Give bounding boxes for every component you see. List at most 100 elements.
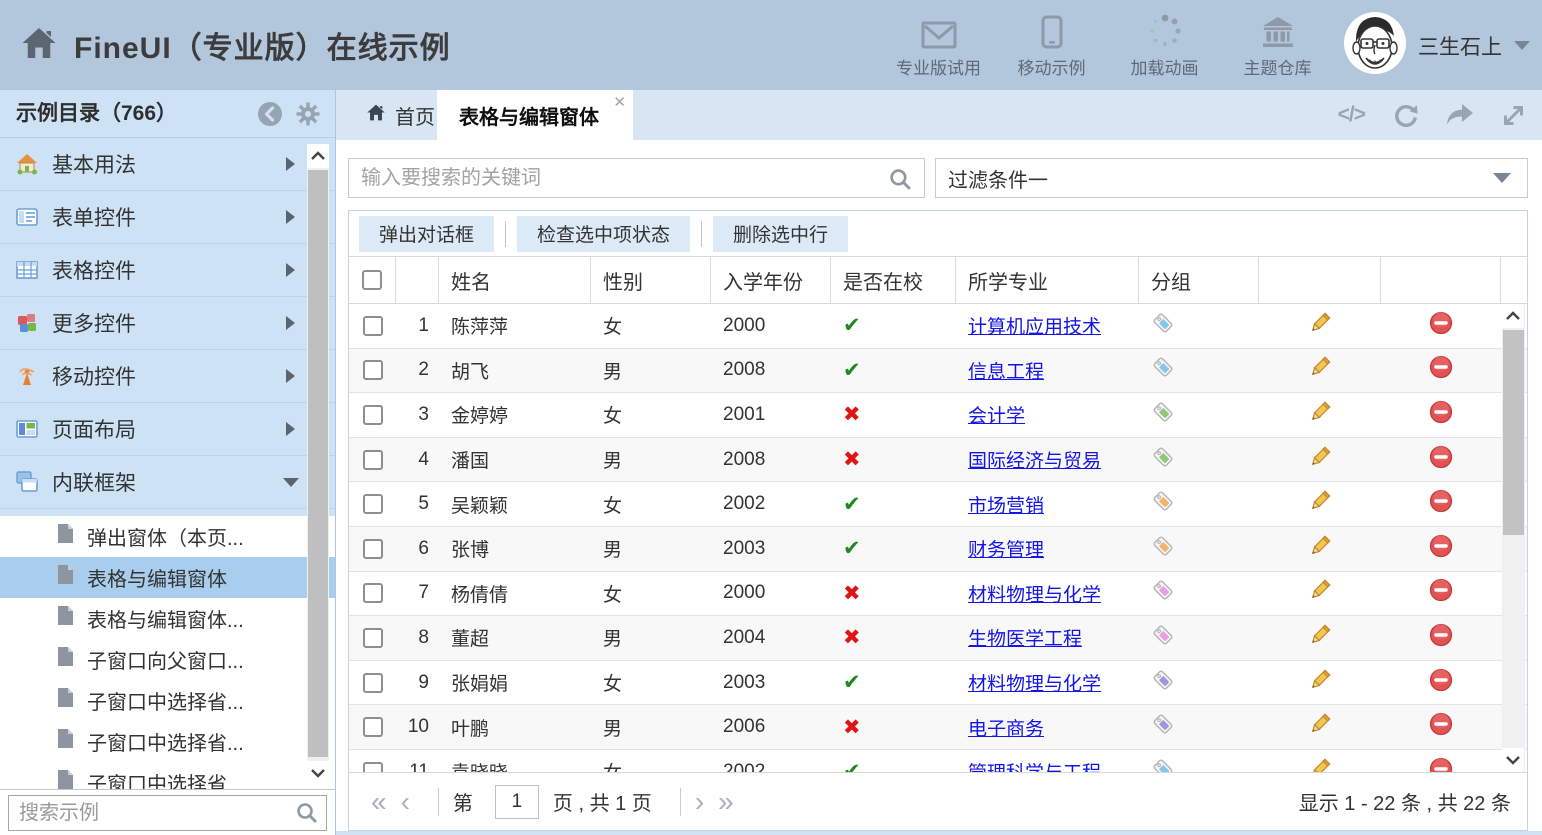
user-menu[interactable]: 三生石上 <box>1344 12 1530 79</box>
sidebar-subitem[interactable]: 表格与编辑窗体 <box>0 557 335 598</box>
major-link[interactable]: 电子商务 <box>968 714 1044 741</box>
scroll-up-icon[interactable] <box>307 144 329 168</box>
search-icon[interactable] <box>888 167 913 197</box>
edit-pencil-icon[interactable] <box>1308 400 1332 430</box>
scrollbar-thumb[interactable] <box>1503 330 1524 535</box>
sidebar-item-grid[interactable]: 表格控件 <box>0 244 335 297</box>
sidebar-item-more[interactable]: 更多控件 <box>0 297 335 350</box>
header-group[interactable]: 分组 <box>1139 257 1259 303</box>
edit-pencil-icon[interactable] <box>1308 578 1332 608</box>
row-checkbox[interactable] <box>363 673 383 693</box>
search-icon[interactable] <box>295 801 319 830</box>
nav-themes[interactable]: 主题仓库 <box>1221 11 1334 79</box>
edit-pencil-icon[interactable] <box>1308 534 1332 564</box>
last-page-button[interactable]: » <box>718 788 734 816</box>
major-link[interactable]: 计算机应用技术 <box>968 312 1101 339</box>
sidebar-subitem[interactable]: 子窗口中选择省... <box>0 721 335 762</box>
nav-loading[interactable]: 加载动画 <box>1108 11 1221 79</box>
major-link[interactable]: 信息工程 <box>968 357 1044 384</box>
major-link[interactable]: 财务管理 <box>968 535 1044 562</box>
sidebar-item-iframe[interactable]: 内联框架 <box>0 456 335 509</box>
check-selected-button[interactable]: 检查选中项状态 <box>517 216 690 252</box>
major-link[interactable]: 管理科学与工程 <box>968 758 1101 772</box>
edit-pencil-icon[interactable] <box>1308 712 1332 742</box>
share-icon[interactable] <box>1446 103 1474 127</box>
delete-row-icon[interactable] <box>1429 712 1453 742</box>
open-dialog-button[interactable]: 弹出对话框 <box>359 216 494 252</box>
edit-pencil-icon[interactable] <box>1308 489 1332 519</box>
filter-dropdown[interactable]: 过滤条件一 <box>935 158 1528 198</box>
row-checkbox[interactable] <box>363 360 383 380</box>
edit-pencil-icon[interactable] <box>1308 355 1332 385</box>
select-all-checkbox[interactable] <box>362 270 382 290</box>
tab-active[interactable]: 表格与编辑窗体 ✕ <box>437 90 633 140</box>
collapse-sidebar-icon[interactable] <box>257 101 283 132</box>
next-page-button[interactable]: › <box>695 788 704 816</box>
sidebar-search-input[interactable] <box>8 795 327 831</box>
sidebar-subitem[interactable]: 子窗口向父窗口... <box>0 639 335 680</box>
grid-scrollbar[interactable] <box>1502 304 1525 772</box>
edit-pencil-icon[interactable] <box>1308 445 1332 475</box>
fullscreen-icon[interactable] <box>1501 103 1526 128</box>
edit-pencil-icon[interactable] <box>1308 668 1332 698</box>
sidebar-item-mobile[interactable]: 移动控件 <box>0 350 335 403</box>
row-checkbox[interactable] <box>363 583 383 603</box>
delete-row-icon[interactable] <box>1429 355 1453 385</box>
edit-pencil-icon[interactable] <box>1308 757 1332 772</box>
keyword-search-input[interactable] <box>348 158 925 198</box>
major-link[interactable]: 生物医学工程 <box>968 624 1082 651</box>
delete-row-icon[interactable] <box>1429 668 1453 698</box>
delete-row-icon[interactable] <box>1429 311 1453 341</box>
row-checkbox[interactable] <box>363 539 383 559</box>
sidebar-scrollbar[interactable] <box>307 144 329 785</box>
prev-page-button[interactable]: ‹ <box>401 788 410 816</box>
header-at-school[interactable]: 是否在校 <box>831 257 956 303</box>
delete-row-icon[interactable] <box>1429 534 1453 564</box>
header-name[interactable]: 姓名 <box>439 257 591 303</box>
delete-row-icon[interactable] <box>1429 489 1453 519</box>
nav-mobile[interactable]: 移动示例 <box>995 11 1108 79</box>
delete-selected-button[interactable]: 删除选中行 <box>713 216 848 252</box>
sidebar-item-layout[interactable]: 页面布局 <box>0 403 335 456</box>
edit-pencil-icon[interactable] <box>1308 311 1332 341</box>
header-gender[interactable]: 性别 <box>591 257 711 303</box>
gear-icon[interactable] <box>295 101 321 132</box>
major-link[interactable]: 材料物理与化学 <box>968 580 1101 607</box>
delete-row-icon[interactable] <box>1429 623 1453 653</box>
header-major[interactable]: 所学专业 <box>956 257 1139 303</box>
expand-arrow-icon <box>286 316 295 330</box>
page-number-input[interactable] <box>495 785 539 819</box>
sidebar-subitem[interactable]: 弹出窗体（本页... <box>0 516 335 557</box>
delete-row-icon[interactable] <box>1429 578 1453 608</box>
header-year[interactable]: 入学年份 <box>711 257 831 303</box>
major-link[interactable]: 市场营销 <box>968 491 1044 518</box>
row-checkbox[interactable] <box>363 762 383 772</box>
close-icon[interactable]: ✕ <box>613 93 626 111</box>
scroll-up-icon[interactable] <box>1502 304 1524 328</box>
refresh-icon[interactable] <box>1392 102 1419 129</box>
sidebar-item-basic[interactable]: 基本用法 <box>0 138 335 191</box>
sidebar-subitem[interactable]: 子窗口中选择省... <box>0 680 335 721</box>
delete-row-icon[interactable] <box>1429 757 1453 772</box>
scroll-down-icon[interactable] <box>1502 748 1524 772</box>
sidebar-subitem[interactable]: 子窗口中选择省 <box>0 762 335 789</box>
major-link[interactable]: 会计学 <box>968 401 1025 428</box>
scroll-down-icon[interactable] <box>307 761 329 785</box>
row-checkbox[interactable] <box>363 717 383 737</box>
row-checkbox[interactable] <box>363 316 383 336</box>
nav-trial[interactable]: 专业版试用 <box>882 11 995 79</box>
major-link[interactable]: 材料物理与化学 <box>968 669 1101 696</box>
source-code-icon[interactable]: </> <box>1338 103 1365 127</box>
row-checkbox[interactable] <box>363 405 383 425</box>
major-link[interactable]: 国际经济与贸易 <box>968 446 1101 473</box>
edit-pencil-icon[interactable] <box>1308 623 1332 653</box>
scrollbar-thumb[interactable] <box>308 170 328 757</box>
sidebar-item-form[interactable]: 表单控件 <box>0 191 335 244</box>
row-checkbox[interactable] <box>363 494 383 514</box>
row-checkbox[interactable] <box>363 628 383 648</box>
row-checkbox[interactable] <box>363 450 383 470</box>
sidebar-subitem[interactable]: 表格与编辑窗体... <box>0 598 335 639</box>
delete-row-icon[interactable] <box>1429 400 1453 430</box>
first-page-button[interactable]: « <box>371 788 387 816</box>
delete-row-icon[interactable] <box>1429 445 1453 475</box>
